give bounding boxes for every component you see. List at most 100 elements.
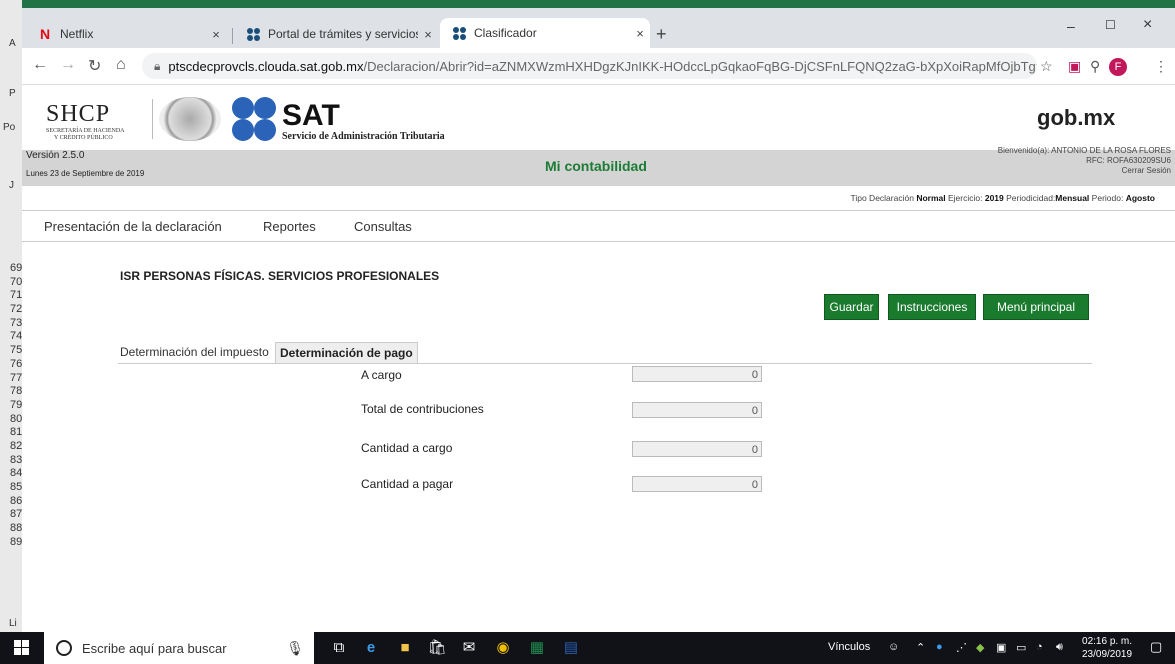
security-icon[interactable]: ◆ — [976, 641, 984, 654]
people-icon[interactable]: ☺︎ — [888, 641, 899, 653]
maximize-icon[interactable]: ☐ — [1105, 18, 1116, 32]
menu-item-reportes[interactable]: Reportes — [263, 219, 316, 234]
tab-netflix[interactable]: N Netflix × — [26, 20, 226, 48]
background-row-number: 76 — [10, 357, 23, 370]
background-row-number: 74 — [10, 330, 23, 343]
main-menu-button[interactable]: Menú principal — [983, 294, 1089, 320]
background-row-number: 83 — [10, 453, 23, 466]
background-row-number: 75 — [10, 344, 23, 357]
a-cargo-field[interactable]: 0 — [632, 366, 762, 382]
background-row-number: 84 — [10, 467, 23, 480]
national-seal-icon — [159, 97, 221, 141]
wifi-icon[interactable]: ◔ — [1036, 641, 1043, 653]
microphone-icon[interactable]: 🎙︎ — [286, 640, 304, 657]
forward-icon[interactable]: → — [60, 56, 76, 74]
tab-determinacion-pago[interactable]: Determinación de pago — [275, 342, 418, 363]
background-row-number: 88 — [10, 522, 23, 535]
page-content: SHCP SECRETARÍA DE HACIENDA Y CRÉDITO PÚ… — [22, 85, 1175, 632]
background-row-number: 73 — [10, 316, 23, 329]
close-window-icon[interactable]: × — [1143, 16, 1152, 34]
app-band: Versión 2.5.0 Lunes 23 de Septiembre de … — [22, 146, 1175, 186]
avatar[interactable]: F — [1109, 58, 1127, 76]
menu-item-consultas[interactable]: Consultas — [354, 219, 412, 234]
home-icon[interactable]: ⌂ — [116, 56, 126, 74]
sat-icon — [246, 27, 260, 41]
date-label: Lunes 23 de Septiembre de 2019 — [26, 169, 145, 178]
excel-icon[interactable]: ▦ — [526, 638, 548, 658]
extension-icon[interactable]: ▣ — [1068, 58, 1081, 75]
instructions-button[interactable]: Instrucciones — [888, 294, 976, 320]
file-explorer-icon[interactable]: ■ — [394, 638, 416, 658]
edge-icon[interactable]: e — [360, 638, 382, 658]
display-icon[interactable]: ▣ — [996, 641, 1006, 654]
battery-icon[interactable]: ▭ — [1016, 641, 1026, 654]
chrome-icon[interactable]: ◉ — [492, 638, 514, 658]
menu-icon[interactable]: ⋮ — [1154, 58, 1168, 75]
windows-start-icon[interactable] — [14, 640, 30, 656]
cantidad-cargo-field[interactable]: 0 — [632, 441, 762, 457]
new-tab-button[interactable]: + — [656, 24, 667, 45]
close-icon[interactable]: × — [418, 27, 438, 42]
field-label: Total de contribuciones — [361, 402, 484, 416]
network-icon[interactable]: ⋰ — [956, 641, 967, 654]
background-row-number: 86 — [10, 494, 23, 507]
sat-icon — [452, 26, 466, 40]
vinculos-toolbar[interactable]: Vínculos — [828, 641, 870, 653]
background-row-number: 81 — [10, 426, 23, 439]
lock-icon: 🔒︎ — [154, 58, 161, 73]
system-clock[interactable]: 02:16 p. m. 23/09/2019 — [1082, 635, 1132, 661]
user-info: Bienvenido(a): ANTONIO DE LA ROSA FLORES… — [997, 146, 1171, 176]
bluetooth-icon[interactable]: ● — [936, 641, 943, 653]
address-bar: ← → ↻ ⌂ 🔒︎ ptscdecprovcls.clouda.sat.gob… — [22, 48, 1175, 85]
mail-icon[interactable]: ✉︎ — [458, 638, 480, 658]
browser-window: N Netflix × Portal de trámites y servici… — [22, 8, 1175, 632]
tab-determinacion-impuesto[interactable]: Determinación del impuesto — [116, 342, 273, 362]
background-row-number: 85 — [10, 481, 23, 493]
notifications-icon[interactable]: ▢ — [1150, 639, 1162, 655]
taskbar-search[interactable]: Escribe aquí para buscar 🎙︎ — [44, 632, 314, 664]
background-row-number: 72 — [10, 303, 23, 316]
tab-portal[interactable]: Portal de trámites y servicios - SA × — [234, 20, 438, 48]
close-icon[interactable]: × — [206, 27, 226, 42]
star-icon[interactable]: ☆ — [1040, 58, 1053, 75]
form-title: ISR PERSONAS FÍSICAS. SERVICIOS PROFESIO… — [120, 269, 440, 283]
netflix-icon: N — [39, 26, 51, 42]
field-label: A cargo — [361, 368, 402, 382]
cortana-icon — [56, 640, 72, 656]
declaration-info: Tipo Declaración Normal Ejercicio: 2019 … — [22, 186, 1175, 211]
background-row-number: 80 — [10, 412, 23, 425]
volume-icon[interactable]: 🔊︎ — [1056, 641, 1063, 654]
tab-clasificador[interactable]: Clasificador × — [440, 18, 650, 48]
background-row-number: 87 — [10, 508, 23, 521]
site-header: SHCP SECRETARÍA DE HACIENDA Y CRÉDITO PÚ… — [22, 85, 1175, 150]
field-label: Cantidad a pagar — [361, 477, 454, 491]
background-row-numbers: 69 70 71 72 73 74 75 76 77 78 79 80 81 82 83 84 85 86 87 88… — [0, 262, 22, 549]
total-contribuciones-field[interactable]: 0 — [632, 402, 762, 418]
menu-item-presentacion[interactable]: Presentación de la declaración — [44, 219, 222, 234]
word-icon[interactable]: ▤ — [560, 638, 582, 658]
reload-icon[interactable]: ↻ — [88, 56, 101, 76]
save-button[interactable]: Guardar — [824, 294, 879, 320]
gobmx-logo: gob.mx — [1037, 105, 1116, 130]
background-row-number: 78 — [10, 385, 23, 398]
form-tabs: Determinación del impuesto Determinación… — [118, 339, 1092, 364]
search-extension-icon[interactable]: ⚲ — [1090, 58, 1100, 75]
close-icon[interactable]: × — [630, 26, 650, 41]
cantidad-pagar-field[interactable]: 0 — [632, 476, 762, 492]
minimize-icon[interactable]: – — [1067, 18, 1075, 34]
url-field[interactable]: 🔒︎ ptscdecprovcls.clouda.sat.gob.mx/Decl… — [142, 53, 1037, 79]
background-row-number: 70 — [10, 275, 23, 288]
background-row-number: 89 — [10, 535, 23, 548]
logout-link[interactable]: Cerrar Sesión — [998, 166, 1171, 176]
store-icon[interactable]: 🛍︎ — [426, 638, 448, 658]
chevron-up-icon[interactable]: ⌃ — [916, 641, 925, 654]
background-spreadsheet: A P Po J 69 70 71 72 73 74 75 76 77 78 79 80 81 82 83 8… — [0, 0, 22, 632]
shcp-logo: SHCP SECRETARÍA DE HACIENDA Y CRÉDITO PÚ… — [46, 101, 125, 141]
background-row-number: 69 — [10, 262, 23, 274]
back-icon[interactable]: ← — [32, 56, 48, 74]
background-row-number: 79 — [10, 398, 23, 411]
background-row-number: 71 — [10, 289, 23, 302]
taskbar: Escribe aquí para buscar 🎙︎ ⧉ e ■ 🛍︎ ✉︎ … — [0, 632, 1175, 664]
task-view-icon[interactable]: ⧉ — [328, 638, 350, 658]
version-label: Versión 2.5.0 — [26, 150, 85, 161]
